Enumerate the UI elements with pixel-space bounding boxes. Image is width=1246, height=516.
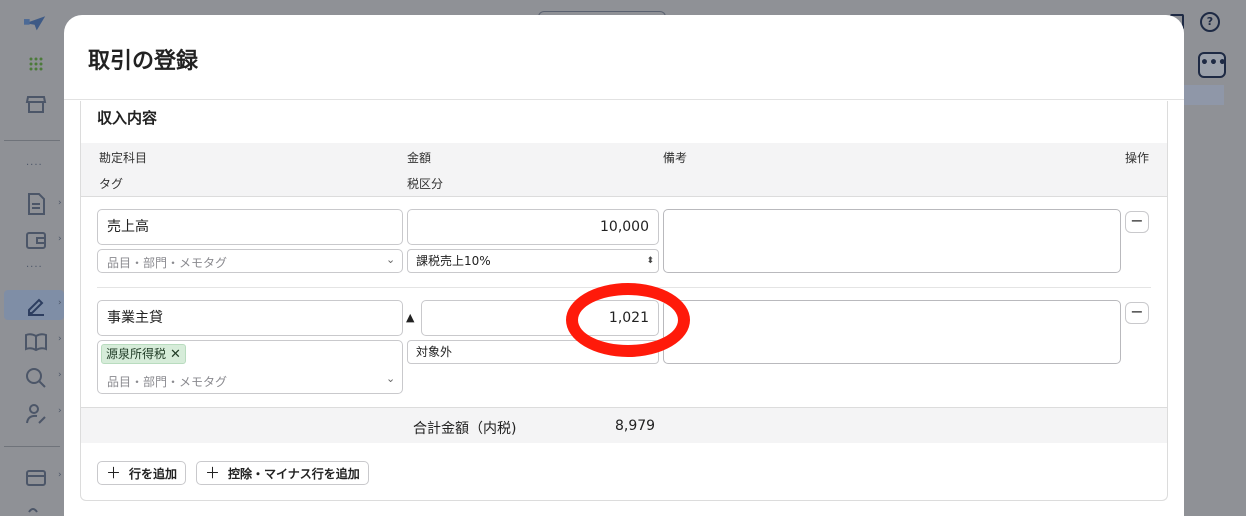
section-title: 収入内容 xyxy=(97,109,158,127)
chevron-down-icon: ⌄ xyxy=(386,372,396,385)
logo-icon xyxy=(24,12,48,36)
tag-select[interactable]: 源泉所得税 ✕ 品目・部門・メモタグ ⌄ xyxy=(97,340,403,394)
apps-grid-icon[interactable] xyxy=(24,52,48,76)
transaction-modal: 取引の登録 収入内容 勘定科目 金額 備考 操作 タグ 税区分 売上高 10,0… xyxy=(64,15,1184,516)
wallet-icon[interactable] xyxy=(24,228,48,252)
total-value: 8,979 xyxy=(615,418,656,434)
search-report-icon[interactable] xyxy=(24,366,48,390)
chevron-right-icon: › xyxy=(58,234,62,244)
sidebar-dots: ···· xyxy=(26,262,43,273)
account-field[interactable]: 売上高 xyxy=(97,209,403,245)
tag-chip: 源泉所得税 ✕ xyxy=(101,344,186,364)
close-icon[interactable]: ✕ xyxy=(170,347,181,362)
sidebar-divider xyxy=(4,446,60,447)
header-amount: 金額 xyxy=(407,151,432,165)
total-label: 合計金額（内税) xyxy=(413,421,517,437)
chevron-right-icon: › xyxy=(58,298,62,308)
header-tax: 税区分 xyxy=(407,177,444,191)
user-percent-icon[interactable] xyxy=(24,402,48,426)
remove-row-button[interactable]: − xyxy=(1125,211,1149,233)
background-band xyxy=(1184,85,1224,105)
note-textarea[interactable] xyxy=(663,300,1121,364)
sidebar: ···· › › ···· › › › › › xyxy=(0,0,64,516)
chevron-right-icon: › xyxy=(58,370,62,380)
plus-icon: ＋ xyxy=(106,464,122,482)
account-field[interactable]: 事業主貸 xyxy=(97,300,403,336)
book-icon[interactable] xyxy=(24,330,48,354)
header-note: 備考 xyxy=(663,151,688,165)
add-deduction-row-label: 控除・マイナス行を追加 xyxy=(228,467,360,481)
chevron-right-icon: › xyxy=(58,334,62,344)
chevron-right-icon: › xyxy=(58,198,62,208)
add-deduction-row-button[interactable]: ＋ 控除・マイナス行を追加 xyxy=(196,461,369,485)
table-header: 勘定科目 金額 備考 操作 タグ 税区分 xyxy=(81,143,1167,197)
edit-pen-icon[interactable] xyxy=(24,293,48,317)
add-row-button[interactable]: ＋ 行を追加 xyxy=(97,461,187,485)
deduction-mark: ▲ xyxy=(406,311,415,324)
chevron-right-icon: › xyxy=(58,406,62,416)
header-tag: タグ xyxy=(99,177,124,191)
updown-icon: ⬍ xyxy=(646,256,654,266)
remove-row-button[interactable]: − xyxy=(1125,302,1149,324)
store-icon[interactable] xyxy=(24,92,48,116)
more-options-button[interactable]: ••• xyxy=(1198,52,1227,78)
header-action: 操作 xyxy=(1125,151,1150,165)
link-icon[interactable] xyxy=(24,500,48,516)
tax-select[interactable]: 課税売上10% ⬍ xyxy=(407,249,659,273)
sidebar-divider xyxy=(4,140,60,141)
tag-select[interactable]: 品目・部門・メモタグ ⌄ xyxy=(97,249,403,273)
chevron-down-icon: ⌄ xyxy=(386,253,396,266)
highlight-ring xyxy=(566,283,690,357)
tag-chip-label: 源泉所得税 xyxy=(106,347,167,361)
modal-divider xyxy=(64,99,1184,100)
total-row: 合計金額（内税) 8,979 xyxy=(81,407,1167,443)
sidebar-dots: ···· xyxy=(26,160,43,171)
tag-placeholder: 品目・部門・メモタグ xyxy=(107,256,228,270)
tag-placeholder: 品目・部門・メモタグ xyxy=(107,375,228,389)
card-icon[interactable] xyxy=(24,466,48,490)
tax-select-value: 対象外 xyxy=(416,345,453,359)
amount-field[interactable]: 10,000 xyxy=(407,209,659,245)
modal-title: 取引の登録 xyxy=(88,49,199,74)
add-row-label: 行を追加 xyxy=(129,467,178,481)
note-textarea[interactable] xyxy=(663,209,1121,273)
header-account: 勘定科目 xyxy=(99,151,148,165)
document-icon[interactable] xyxy=(24,192,48,216)
tax-select-value: 課税売上10% xyxy=(416,254,491,268)
chevron-right-icon: › xyxy=(58,470,62,480)
help-icon[interactable]: ? xyxy=(1200,12,1220,32)
plus-icon: ＋ xyxy=(205,464,221,482)
